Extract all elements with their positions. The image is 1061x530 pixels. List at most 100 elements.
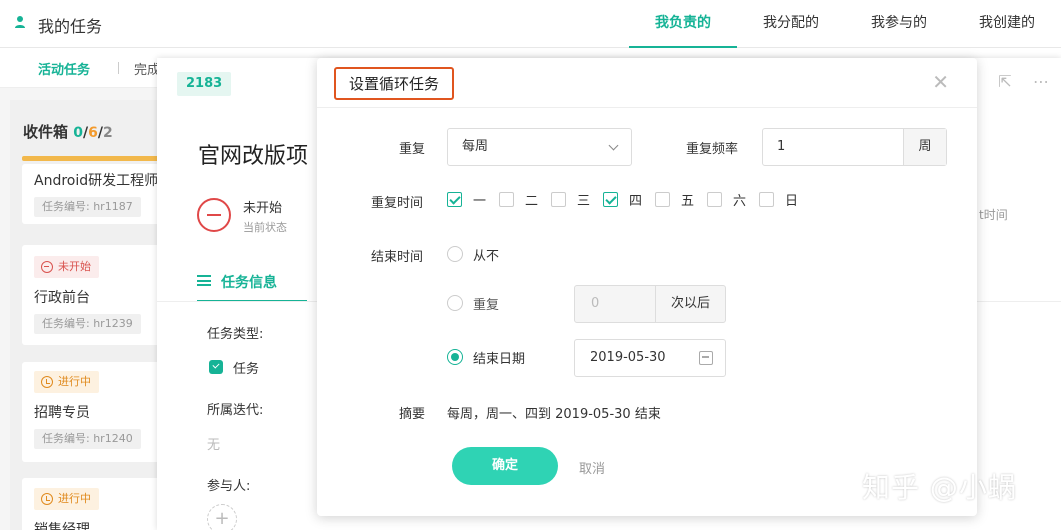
main-nav: 我负责的 我分配的 我参与的 我创建的 [629, 0, 1061, 48]
task-card-name: 行政前台 [34, 290, 90, 306]
tab-task-info-label: 任务信息 [221, 275, 277, 291]
top-bar: 我的任务 我负责的 我分配的 我参与的 我创建的 [0, 0, 1061, 48]
end-date-picker[interactable]: 2019-05-30 [574, 339, 726, 377]
end-repeat-radio[interactable] [447, 295, 463, 311]
summary-text: 每周，周一、四到 2019-05-30 结束 [447, 407, 661, 422]
detail-toolbar: ⇱ ⋯ [995, 72, 1051, 92]
day-label: 五 [681, 193, 695, 209]
tab-my-participating[interactable]: 我参与的 [845, 0, 953, 48]
task-card[interactable]: 进行中 销售经理 [22, 478, 172, 530]
task-card-name: 招聘专员 [34, 405, 90, 421]
repeat-label: 重复 [399, 142, 426, 157]
day-checkbox-sun[interactable]: 日 [759, 191, 799, 209]
end-repeat-label: 重复 [473, 298, 500, 313]
clock-icon [41, 376, 53, 388]
inbox-title: 收件箱 0/6/2 [23, 121, 113, 142]
repeat-count-unit: 次以后 [655, 286, 725, 322]
task-card[interactable]: 进行中 招聘专员 任务编号: hr1240 [22, 362, 178, 462]
calendar-icon[interactable] [699, 351, 713, 365]
day-checkbox-fri[interactable]: 五 [655, 191, 695, 209]
status-badge: 进行中 [34, 488, 99, 510]
status-badge: 未开始 [34, 256, 99, 278]
end-date-value: 2019-05-30 [590, 350, 666, 365]
end-date-radio[interactable] [447, 349, 463, 365]
inbox-count: 0/6/2 [73, 125, 113, 141]
checkbox[interactable] [603, 191, 618, 207]
time-label: t时间 [979, 208, 1008, 222]
modal-header: 设置循环任务 ✕ [317, 58, 977, 108]
task-card-name: 销售经理 [34, 522, 90, 530]
inbox-count-b: 6 [88, 125, 98, 141]
watermark: 知乎 @小蜗 [862, 471, 1017, 504]
status-badge: 进行中 [34, 371, 99, 393]
day-checkbox-wed[interactable]: 三 [551, 191, 591, 209]
checkbox[interactable] [759, 191, 774, 207]
repeat-select-value: 每周 [462, 139, 489, 154]
inbox-progress-bar [22, 156, 170, 161]
task-card-code: 任务编号: hr1240 [34, 429, 141, 449]
checkbox[interactable] [655, 191, 670, 207]
task-id-badge: 2183 [177, 72, 232, 96]
inbox-count-a: 0 [73, 125, 83, 141]
end-never-label: 从不 [473, 249, 500, 264]
add-participant-button[interactable]: + [207, 504, 237, 530]
repeat-select[interactable]: 每周 [447, 128, 632, 166]
participants-label: 参与人: [207, 479, 251, 494]
repeat-frequency-label: 重复频率 [686, 142, 739, 157]
status-badge-text: 进行中 [58, 375, 91, 388]
more-icon[interactable]: ⋯ [1031, 72, 1051, 92]
task-card[interactable]: Android研发工程师 任务编号: hr1187 [22, 164, 178, 224]
repeat-count-value: 0 [591, 296, 600, 311]
day-label: 二 [525, 193, 539, 209]
iteration-value: 无 [207, 438, 221, 453]
end-time-label: 结束时间 [371, 250, 424, 265]
cancel-button[interactable]: 取消 [579, 458, 605, 477]
task-card-name: Android研发工程师 [34, 173, 159, 189]
close-icon[interactable]: ✕ [932, 72, 949, 92]
not-started-icon[interactable] [197, 198, 231, 232]
checkbox[interactable] [447, 191, 462, 207]
tab-my-assigned[interactable]: 我分配的 [737, 0, 845, 48]
tab-active-tasks[interactable]: 活动任务 [38, 59, 90, 78]
day-label: 三 [577, 193, 591, 209]
end-never-radio[interactable] [447, 246, 463, 262]
iteration-label: 所属迭代: [207, 403, 264, 418]
tab-task-info[interactable]: 任务信息 [197, 272, 277, 292]
day-label: 日 [785, 193, 799, 209]
checkbox[interactable] [707, 191, 722, 207]
checkbox[interactable] [551, 191, 566, 207]
repeat-frequency-unit: 周 [903, 129, 946, 165]
recurring-task-modal: 设置循环任务 ✕ 重复 每周 重复频率 1 周 重复时间 一 二 三 四 五 六… [317, 58, 977, 516]
inbox-column: 收件箱 0/6/2 Android研发工程师 任务编号: hr1187 未开始 … [10, 100, 178, 530]
task-type-icon [209, 360, 223, 374]
repeat-time-label: 重复时间 [371, 196, 424, 211]
clock-icon [41, 493, 53, 505]
task-card-code: 任务编号: hr1239 [34, 314, 141, 334]
modal-title: 设置循环任务 [334, 67, 455, 100]
tab-my-created[interactable]: 我创建的 [953, 0, 1061, 48]
repeat-frequency-input[interactable]: 1 周 [762, 128, 947, 166]
day-label: 一 [473, 193, 487, 209]
status-badge-text: 进行中 [58, 492, 91, 505]
user-icon [15, 16, 25, 28]
day-checkbox-sat[interactable]: 六 [707, 191, 747, 209]
repeat-count-input[interactable]: 0 次以后 [574, 285, 726, 323]
open-external-icon[interactable]: ⇱ [995, 72, 1015, 92]
day-checkbox-tue[interactable]: 二 [499, 191, 539, 209]
day-checkbox-thu[interactable]: 四 [603, 191, 642, 209]
page-title: 我的任务 [38, 17, 103, 36]
chevron-down-icon [608, 140, 619, 151]
day-label: 六 [733, 193, 747, 209]
status-badge-text: 未开始 [58, 260, 91, 273]
end-date-label: 结束日期 [473, 352, 526, 367]
day-checkbox-mon[interactable]: 一 [447, 191, 487, 209]
task-card[interactable]: 未开始 行政前台 任务编号: hr1239 [22, 245, 178, 345]
checkbox[interactable] [499, 191, 514, 207]
confirm-button[interactable]: 确定 [452, 447, 558, 485]
task-card-code: 任务编号: hr1187 [34, 197, 141, 217]
task-status-label: 当前状态 [243, 221, 287, 234]
task-type-value: 任务 [233, 362, 260, 377]
tab-my-responsible[interactable]: 我负责的 [629, 0, 737, 48]
task-type-label: 任务类型: [207, 327, 264, 342]
inbox-title-text: 收件箱 [23, 123, 69, 141]
